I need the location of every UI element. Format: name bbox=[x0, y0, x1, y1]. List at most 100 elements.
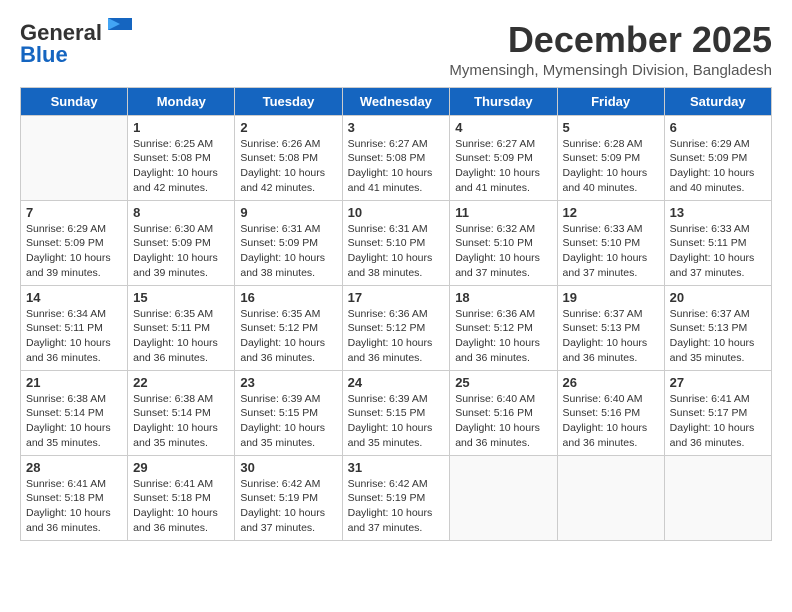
day-info: Sunrise: 6:29 AMSunset: 5:09 PMDaylight:… bbox=[670, 137, 766, 196]
calendar-cell: 31 Sunrise: 6:42 AMSunset: 5:19 PMDayligh… bbox=[342, 455, 450, 540]
day-number: 19 bbox=[563, 290, 659, 305]
calendar-cell: 26 Sunrise: 6:40 AMSunset: 5:16 PMDayligh… bbox=[557, 370, 664, 455]
week-row-2: 7 Sunrise: 6:29 AMSunset: 5:09 PMDaylight… bbox=[21, 200, 772, 285]
day-info: Sunrise: 6:42 AMSunset: 5:19 PMDaylight:… bbox=[348, 477, 445, 536]
day-info: Sunrise: 6:36 AMSunset: 5:12 PMDaylight:… bbox=[348, 307, 445, 366]
day-number: 26 bbox=[563, 375, 659, 390]
day-number: 7 bbox=[26, 205, 122, 220]
day-number: 8 bbox=[133, 205, 229, 220]
day-number: 3 bbox=[348, 120, 445, 135]
week-row-3: 14 Sunrise: 6:34 AMSunset: 5:11 PMDayligh… bbox=[21, 285, 772, 370]
day-info: Sunrise: 6:33 AMSunset: 5:10 PMDaylight:… bbox=[563, 222, 659, 281]
calendar-cell: 24 Sunrise: 6:39 AMSunset: 5:15 PMDayligh… bbox=[342, 370, 450, 455]
calendar-cell: 20 Sunrise: 6:37 AMSunset: 5:13 PMDayligh… bbox=[664, 285, 771, 370]
day-number: 13 bbox=[670, 205, 766, 220]
day-info: Sunrise: 6:39 AMSunset: 5:15 PMDaylight:… bbox=[348, 392, 445, 451]
day-info: Sunrise: 6:26 AMSunset: 5:08 PMDaylight:… bbox=[240, 137, 336, 196]
calendar-cell: 28Sunrise: 6:41 AMSunset: 5:18 PMDayligh… bbox=[21, 455, 128, 540]
day-number: 9 bbox=[240, 205, 336, 220]
day-number: 12 bbox=[563, 205, 659, 220]
calendar-cell: 10 Sunrise: 6:31 AMSunset: 5:10 PMDayligh… bbox=[342, 200, 450, 285]
day-info: Sunrise: 6:40 AMSunset: 5:16 PMDaylight:… bbox=[563, 392, 659, 451]
calendar-cell: 16 Sunrise: 6:35 AMSunset: 5:12 PMDayligh… bbox=[235, 285, 342, 370]
day-info: Sunrise: 6:29 AMSunset: 5:09 PMDaylight:… bbox=[26, 222, 122, 281]
day-info: Sunrise: 6:42 AMSunset: 5:19 PMDaylight:… bbox=[240, 477, 336, 536]
calendar-cell: 1Sunrise: 6:25 AMSunset: 5:08 PMDaylight… bbox=[128, 115, 235, 200]
day-info: Sunrise: 6:35 AMSunset: 5:12 PMDaylight:… bbox=[240, 307, 336, 366]
day-number: 15 bbox=[133, 290, 229, 305]
weekday-header-thursday: Thursday bbox=[450, 87, 557, 115]
calendar-cell: 15 Sunrise: 6:35 AMSunset: 5:11 PMDayligh… bbox=[128, 285, 235, 370]
day-info: Sunrise: 6:34 AMSunset: 5:11 PMDaylight:… bbox=[26, 307, 122, 366]
day-number: 6 bbox=[670, 120, 766, 135]
day-number: 22 bbox=[133, 375, 229, 390]
day-info: Sunrise: 6:25 AMSunset: 5:08 PMDaylight:… bbox=[133, 137, 229, 196]
calendar-cell: 8 Sunrise: 6:30 AMSunset: 5:09 PMDaylight… bbox=[128, 200, 235, 285]
day-info: Sunrise: 6:31 AMSunset: 5:10 PMDaylight:… bbox=[348, 222, 445, 281]
calendar-cell bbox=[21, 115, 128, 200]
weekday-header-monday: Monday bbox=[128, 87, 235, 115]
logo-flag-icon bbox=[104, 18, 132, 38]
calendar-cell: 19 Sunrise: 6:37 AMSunset: 5:13 PMDayligh… bbox=[557, 285, 664, 370]
day-info: Sunrise: 6:31 AMSunset: 5:09 PMDaylight:… bbox=[240, 222, 336, 281]
week-row-1: 1Sunrise: 6:25 AMSunset: 5:08 PMDaylight… bbox=[21, 115, 772, 200]
calendar-cell: 23 Sunrise: 6:39 AMSunset: 5:15 PMDayligh… bbox=[235, 370, 342, 455]
calendar-cell bbox=[664, 455, 771, 540]
calendar-table: SundayMondayTuesdayWednesdayThursdayFrid… bbox=[20, 87, 772, 541]
day-number: 16 bbox=[240, 290, 336, 305]
day-number: 27 bbox=[670, 375, 766, 390]
day-number: 10 bbox=[348, 205, 445, 220]
day-number: 2 bbox=[240, 120, 336, 135]
title-block: December 2025 Mymensingh, Mymensingh Div… bbox=[449, 20, 772, 79]
calendar-cell: 25Sunrise: 6:40 AMSunset: 5:16 PMDayligh… bbox=[450, 370, 557, 455]
day-number: 11 bbox=[455, 205, 551, 220]
calendar-cell: 3 Sunrise: 6:27 AMSunset: 5:08 PMDaylight… bbox=[342, 115, 450, 200]
week-row-4: 21Sunrise: 6:38 AMSunset: 5:14 PMDayligh… bbox=[21, 370, 772, 455]
day-info: Sunrise: 6:37 AMSunset: 5:13 PMDaylight:… bbox=[563, 307, 659, 366]
day-number: 31 bbox=[348, 460, 445, 475]
calendar-cell bbox=[557, 455, 664, 540]
day-number: 30 bbox=[240, 460, 336, 475]
weekday-header-friday: Friday bbox=[557, 87, 664, 115]
calendar-cell bbox=[450, 455, 557, 540]
calendar-cell: 21Sunrise: 6:38 AMSunset: 5:14 PMDayligh… bbox=[21, 370, 128, 455]
day-number: 20 bbox=[670, 290, 766, 305]
day-number: 23 bbox=[240, 375, 336, 390]
location-subtitle: Mymensingh, Mymensingh Division, Banglad… bbox=[449, 62, 772, 79]
calendar-cell: 2 Sunrise: 6:26 AMSunset: 5:08 PMDaylight… bbox=[235, 115, 342, 200]
day-number: 25 bbox=[455, 375, 551, 390]
day-number: 21 bbox=[26, 375, 122, 390]
logo: General Blue bbox=[20, 20, 132, 68]
day-info: Sunrise: 6:37 AMSunset: 5:13 PMDaylight:… bbox=[670, 307, 766, 366]
day-info: Sunrise: 6:27 AMSunset: 5:09 PMDaylight:… bbox=[455, 137, 551, 196]
day-info: Sunrise: 6:33 AMSunset: 5:11 PMDaylight:… bbox=[670, 222, 766, 281]
weekday-header-saturday: Saturday bbox=[664, 87, 771, 115]
calendar-cell: 27 Sunrise: 6:41 AMSunset: 5:17 PMDayligh… bbox=[664, 370, 771, 455]
day-info: Sunrise: 6:41 AMSunset: 5:18 PMDaylight:… bbox=[133, 477, 229, 536]
week-row-5: 28Sunrise: 6:41 AMSunset: 5:18 PMDayligh… bbox=[21, 455, 772, 540]
day-info: Sunrise: 6:41 AMSunset: 5:17 PMDaylight:… bbox=[670, 392, 766, 451]
day-number: 17 bbox=[348, 290, 445, 305]
calendar-cell: 6 Sunrise: 6:29 AMSunset: 5:09 PMDaylight… bbox=[664, 115, 771, 200]
day-number: 14 bbox=[26, 290, 122, 305]
page-header: General Blue December 2025 Mymensingh, M… bbox=[20, 20, 772, 79]
day-info: Sunrise: 6:35 AMSunset: 5:11 PMDaylight:… bbox=[133, 307, 229, 366]
day-info: Sunrise: 6:27 AMSunset: 5:08 PMDaylight:… bbox=[348, 137, 445, 196]
calendar-cell: 18 Sunrise: 6:36 AMSunset: 5:12 PMDayligh… bbox=[450, 285, 557, 370]
calendar-cell: 11Sunrise: 6:32 AMSunset: 5:10 PMDayligh… bbox=[450, 200, 557, 285]
calendar-cell: 7 Sunrise: 6:29 AMSunset: 5:09 PMDaylight… bbox=[21, 200, 128, 285]
day-number: 24 bbox=[348, 375, 445, 390]
calendar-cell: 29Sunrise: 6:41 AMSunset: 5:18 PMDayligh… bbox=[128, 455, 235, 540]
day-number: 4 bbox=[455, 120, 551, 135]
calendar-cell: 30 Sunrise: 6:42 AMSunset: 5:19 PMDayligh… bbox=[235, 455, 342, 540]
logo-blue: Blue bbox=[20, 42, 68, 67]
calendar-cell: 13 Sunrise: 6:33 AMSunset: 5:11 PMDayligh… bbox=[664, 200, 771, 285]
day-info: Sunrise: 6:30 AMSunset: 5:09 PMDaylight:… bbox=[133, 222, 229, 281]
calendar-cell: 22Sunrise: 6:38 AMSunset: 5:14 PMDayligh… bbox=[128, 370, 235, 455]
day-info: Sunrise: 6:39 AMSunset: 5:15 PMDaylight:… bbox=[240, 392, 336, 451]
day-info: Sunrise: 6:36 AMSunset: 5:12 PMDaylight:… bbox=[455, 307, 551, 366]
calendar-cell: 12 Sunrise: 6:33 AMSunset: 5:10 PMDayligh… bbox=[557, 200, 664, 285]
day-number: 5 bbox=[563, 120, 659, 135]
calendar-cell: 9 Sunrise: 6:31 AMSunset: 5:09 PMDaylight… bbox=[235, 200, 342, 285]
day-number: 18 bbox=[455, 290, 551, 305]
